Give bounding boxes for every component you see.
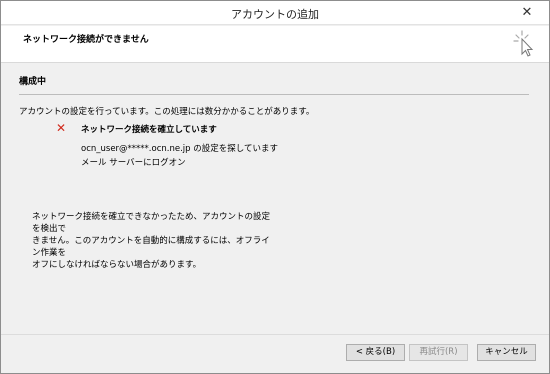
dialog-window: アカウントの追加 ✕ ネットワーク接続ができません 構成中 アカウントの設定を行… (0, 0, 550, 374)
footer-divider (1, 334, 549, 335)
back-button[interactable]: < 戻る(B) (346, 344, 405, 361)
window-title: アカウントの追加 (231, 8, 319, 21)
error-line: ネットワーク接続を確立できなかったため、アカウントの設定を検出で (32, 212, 271, 234)
error-message: ネットワーク接続を確立できなかったため、アカウントの設定を検出で きません。この… (32, 211, 272, 271)
error-line: きません。このアカウントを自動的に構成するには、オフライン作業を (32, 236, 270, 258)
section-title: 構成中 (19, 77, 47, 87)
fail-x-icon: ✕ (56, 121, 67, 135)
main-content: 構成中 アカウントの設定を行っています。この処理には数分かかることがあります。 … (1, 64, 549, 334)
title-bar: アカウントの追加 ✕ (1, 1, 549, 25)
close-icon[interactable]: ✕ (519, 5, 535, 21)
section-divider (19, 94, 529, 95)
retry-button[interactable]: 再試行(R) (409, 344, 468, 361)
step-find-settings: ocn_user@*****.ocn.ne.jp の設定を探しています (81, 144, 278, 154)
wizard-header: ネットワーク接続ができません (1, 26, 549, 63)
step-establish-connection: ネットワーク接続を確立しています (81, 125, 217, 135)
error-line: オフにしなければならない場合があります。 (32, 260, 202, 270)
header-heading: ネットワーク接続ができません (23, 35, 149, 45)
cancel-button[interactable]: キャンセル (477, 344, 536, 361)
description-text: アカウントの設定を行っています。この処理には数分かかることがあります。 (19, 107, 315, 117)
wizard-cursor-icon (513, 30, 534, 57)
step-logon-server: メール サーバーにログオン (81, 158, 186, 168)
